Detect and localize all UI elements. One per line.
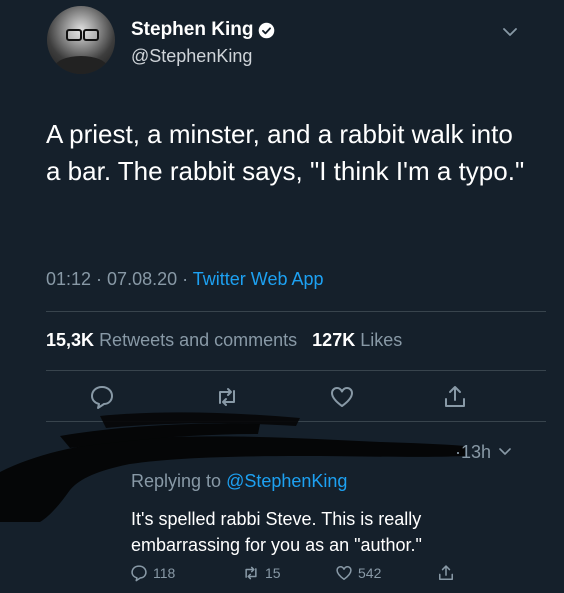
comment-bubble-icon[interactable]: [89, 384, 115, 410]
likes-label: Likes: [360, 330, 403, 350]
reply-like-button[interactable]: 542: [335, 564, 381, 582]
comment-bubble-icon: [131, 565, 147, 582]
avatar-glasses-left: [66, 29, 82, 41]
retweets-label: Retweets and comments: [99, 330, 298, 350]
reply-actions: 118 15 542: [0, 564, 564, 588]
avatar-shirt: [55, 56, 107, 74]
likes-stat[interactable]: 127K Likes: [312, 330, 402, 350]
retweet-icon: [245, 566, 257, 580]
tweet-time[interactable]: 01:12: [46, 269, 91, 289]
tweet-meta: 01:12 · 07.08.20 · Twitter Web App: [46, 269, 324, 290]
tweet-source-app[interactable]: Twitter Web App: [193, 269, 324, 289]
chevron-down-icon[interactable]: [500, 24, 520, 40]
tweet-stats: 15,3K Retweets and comments 127K Likes: [46, 330, 402, 351]
tweet-screenshot: Stephen King @StephenKing A priest, a mi…: [0, 0, 564, 593]
author-display-name[interactable]: Stephen King: [131, 19, 253, 41]
tweet-date[interactable]: 07.08.20: [107, 269, 177, 289]
tweet-actions: [0, 384, 564, 414]
replying-to-prefix: Replying to: [131, 471, 227, 491]
retweets-count: 15,3K: [46, 330, 95, 350]
retweet-icon[interactable]: [214, 384, 240, 410]
replying-to-line: Replying to @StephenKing: [131, 471, 347, 492]
reply-text: It's spelled rabbi Steve. This is really…: [131, 509, 422, 555]
author-avatar[interactable]: [47, 6, 115, 74]
divider: [46, 370, 546, 371]
avatar-glasses-right: [83, 29, 99, 41]
divider: [46, 311, 546, 312]
reply-tweet[interactable]: ·13h Replying to @StephenKing It's spell…: [0, 412, 564, 593]
share-icon: [439, 565, 453, 580]
likes-count: 127K: [312, 330, 356, 350]
verified-badge-icon: [259, 22, 275, 38]
reply-share-button[interactable]: [437, 564, 455, 582]
share-icon[interactable]: [442, 384, 468, 410]
reply-like-count: 542: [358, 565, 382, 581]
reply-comment-count: 118: [153, 565, 176, 581]
reply-retweet-count: 15: [265, 565, 281, 581]
meta-separator: ·: [91, 269, 108, 289]
reply-comment-button[interactable]: 118: [130, 564, 175, 582]
meta-separator: ·: [177, 269, 193, 289]
author-name-row[interactable]: Stephen King: [131, 19, 275, 41]
heart-icon: [336, 566, 352, 580]
author-handle[interactable]: @StephenKing: [131, 46, 252, 67]
tweet-text: A priest, a minster, and a rabbit walk i…: [46, 119, 525, 186]
heart-icon[interactable]: [329, 384, 355, 410]
retweets-stat[interactable]: 15,3K Retweets and comments: [46, 330, 297, 350]
reply-retweet-button[interactable]: 15: [242, 564, 281, 582]
replying-to-mention[interactable]: @StephenKing: [226, 471, 347, 491]
reply-age[interactable]: ·13h: [455, 442, 491, 463]
chevron-down-icon[interactable]: [498, 447, 512, 457]
